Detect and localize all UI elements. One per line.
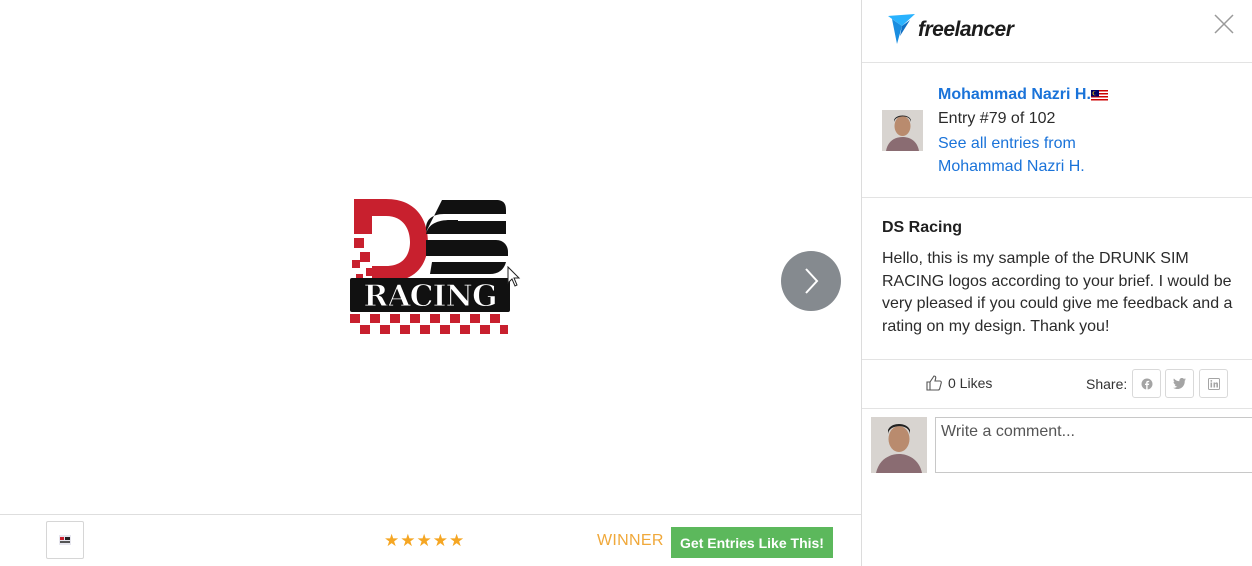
- chevron-right-icon: [805, 268, 819, 294]
- entry-action-bar: ★ ★ ★ ★ ★ WINNER Get Entries Like This!: [0, 514, 861, 566]
- author-name-link[interactable]: Mohammad Nazri H.: [938, 86, 1091, 104]
- next-entry-button[interactable]: [781, 251, 841, 311]
- share-label: Share:: [1086, 376, 1128, 392]
- freelancer-bird-icon: [888, 14, 915, 44]
- entry-thumbnail[interactable]: [46, 521, 84, 559]
- entry-description: Hello, this is my sample of the DRUNK SI…: [882, 250, 1233, 336]
- likes-count: 0 Likes: [948, 375, 993, 391]
- description-section: DS Racing Hello, this is my sample of th…: [862, 198, 1252, 360]
- star-icon[interactable]: ★: [449, 531, 464, 551]
- share-facebook-button[interactable]: [1132, 369, 1161, 398]
- malaysia-flag-icon: [1091, 90, 1108, 102]
- entry-viewer: RACING ★ ★ ★ ★ ★ WINNER Get Entries Like…: [0, 0, 861, 566]
- entry-details-panel: freelancer Mohammad Nazri H. Entry #79 o…: [861, 0, 1252, 566]
- freelancer-logo[interactable]: freelancer: [888, 14, 1014, 46]
- author-section: Mohammad Nazri H. Entry #79 of 102 See a…: [862, 63, 1252, 198]
- current-user-avatar: [871, 417, 927, 473]
- thumbs-up-icon: [926, 375, 942, 391]
- star-icon[interactable]: ★: [400, 531, 415, 551]
- like-button[interactable]: 0 Likes: [926, 375, 992, 391]
- winner-label[interactable]: WINNER: [597, 532, 664, 550]
- mouse-cursor-icon: [507, 266, 521, 287]
- share-twitter-button[interactable]: [1165, 369, 1194, 398]
- see-all-entries-link[interactable]: See all entries from Mohammad Nazri H.: [938, 133, 1138, 178]
- entry-title: DS Racing: [882, 219, 963, 236]
- close-icon[interactable]: [1212, 12, 1236, 36]
- design-wordmark: RACING: [363, 279, 496, 314]
- star-icon[interactable]: ★: [433, 531, 448, 551]
- star-icon[interactable]: ★: [417, 531, 432, 551]
- star-rating[interactable]: ★ ★ ★ ★ ★: [384, 531, 464, 551]
- author-avatar[interactable]: [882, 110, 923, 151]
- get-entries-like-this-button[interactable]: Get Entries Like This!: [671, 527, 833, 558]
- engagement-bar: 0 Likes Share:: [862, 360, 1252, 409]
- thumbnail-image-icon: [59, 535, 71, 545]
- comment-section: [862, 409, 1252, 566]
- comment-input[interactable]: [935, 417, 1252, 473]
- panel-header: freelancer: [862, 0, 1252, 63]
- brand-name: freelancer: [918, 18, 1014, 41]
- design-image: RACING: [350, 199, 510, 334]
- share-linkedin-button[interactable]: [1199, 369, 1228, 398]
- see-all-line-2: Mohammad Nazri H.: [938, 157, 1085, 175]
- star-icon[interactable]: ★: [384, 531, 399, 551]
- twitter-icon: [1173, 378, 1186, 389]
- facebook-icon: [1141, 378, 1152, 389]
- see-all-line-1: See all entries from: [938, 135, 1076, 152]
- entry-number: Entry #79 of 102: [938, 110, 1056, 127]
- linkedin-icon: [1207, 377, 1220, 390]
